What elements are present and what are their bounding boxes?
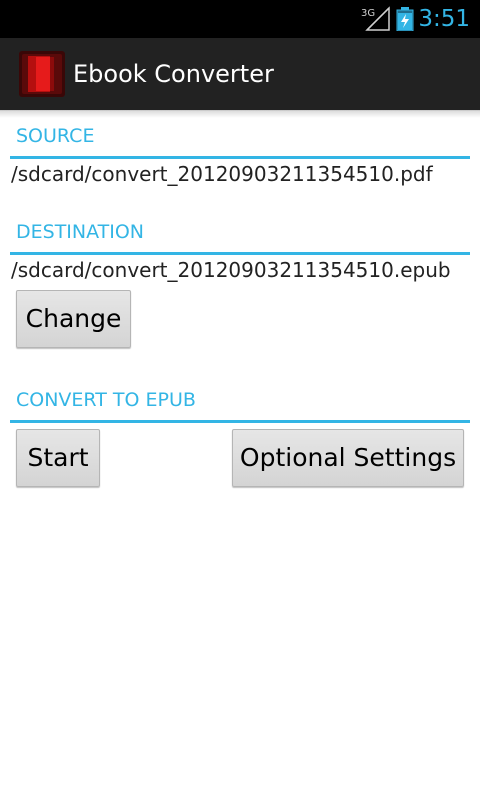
- action-bar-shadow: [0, 110, 480, 118]
- action-bar: Ebook Converter: [0, 38, 480, 111]
- status-bar: 3G 3:51: [0, 0, 480, 38]
- source-path: /sdcard/convert_20120903211354510.pdf: [11, 162, 433, 186]
- optional-settings-button[interactable]: Optional Settings: [232, 429, 464, 487]
- status-clock: 3:51: [418, 6, 470, 32]
- red-book-icon[interactable]: [18, 50, 66, 98]
- destination-path: /sdcard/convert_20120903211354510.epub: [11, 258, 451, 282]
- change-button[interactable]: Change: [16, 290, 131, 348]
- app-title: Ebook Converter: [73, 60, 274, 88]
- battery-charging-icon: [396, 7, 414, 31]
- destination-header: DESTINATION: [10, 220, 470, 255]
- network-type-label: 3G: [361, 8, 375, 19]
- start-button[interactable]: Start: [16, 429, 100, 487]
- source-header: SOURCE: [10, 124, 470, 159]
- signal-3g-icon: 3G: [361, 6, 390, 31]
- convert-header: CONVERT TO EPUB: [10, 388, 470, 423]
